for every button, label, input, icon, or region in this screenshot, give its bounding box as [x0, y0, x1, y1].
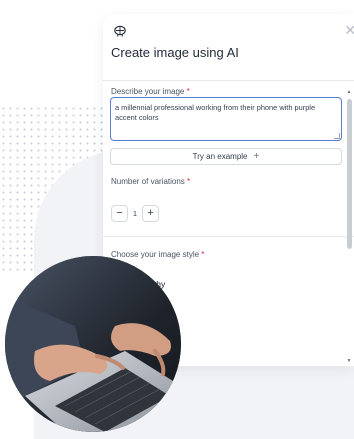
- dialog-title: Create image using AI: [111, 45, 239, 60]
- dialog-header: ✕ Create image using AI: [103, 14, 354, 80]
- scroll-up-icon[interactable]: ▲: [346, 89, 352, 95]
- scrollbar-thumb[interactable]: [346, 99, 352, 249]
- plus-icon: +: [253, 151, 260, 162]
- prompt-text: a millennial professional working from t…: [115, 103, 316, 122]
- try-example-label: Try an example: [192, 152, 248, 161]
- try-example-button[interactable]: Try an example +: [110, 148, 342, 165]
- prompt-label: Describe your image *: [111, 87, 190, 96]
- variations-label: Number of variations *: [111, 177, 191, 186]
- scroll-down-icon[interactable]: ▼: [346, 358, 352, 364]
- variations-value: 1: [132, 208, 138, 218]
- close-icon[interactable]: ✕: [344, 22, 354, 39]
- ai-brain-icon: [114, 25, 126, 37]
- decrement-button[interactable]: −: [111, 204, 128, 222]
- increment-button[interactable]: +: [142, 204, 159, 222]
- scrollbar[interactable]: ▲ ▼: [346, 89, 352, 364]
- style-label: Choose your image style *: [111, 250, 205, 259]
- variations-stepper: − 1 +: [111, 204, 159, 222]
- resize-handle[interactable]: [334, 133, 340, 139]
- prompt-textarea[interactable]: a millennial professional working from t…: [110, 97, 342, 141]
- section-divider: [103, 236, 354, 237]
- laptop-photo: [5, 256, 181, 432]
- header-divider: [103, 80, 354, 81]
